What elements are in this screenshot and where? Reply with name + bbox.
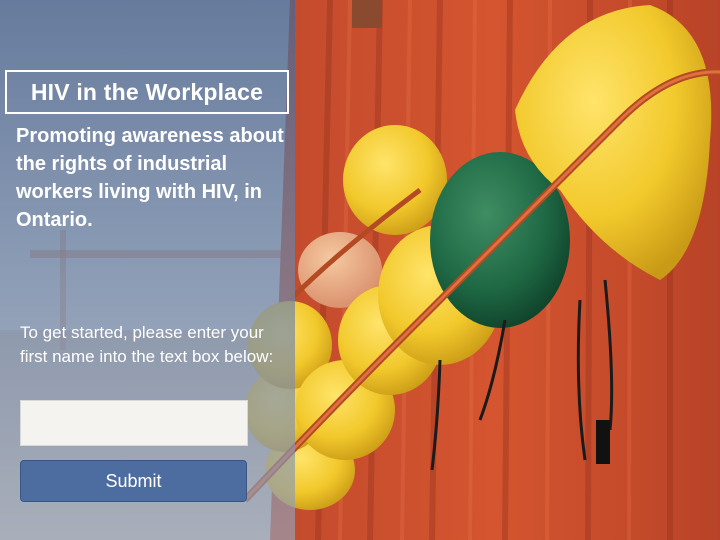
- submit-button[interactable]: Submit: [20, 460, 247, 502]
- page-subtitle: Promoting awareness about the rights of …: [16, 125, 284, 231]
- title-frame: HIV in the Workplace: [5, 70, 289, 114]
- submit-button-label: Submit: [105, 470, 162, 491]
- page-title: HIV in the Workplace: [30, 78, 264, 105]
- instructions-text: To get started, please enter your first …: [20, 323, 274, 366]
- first-name-input[interactable]: [20, 400, 248, 446]
